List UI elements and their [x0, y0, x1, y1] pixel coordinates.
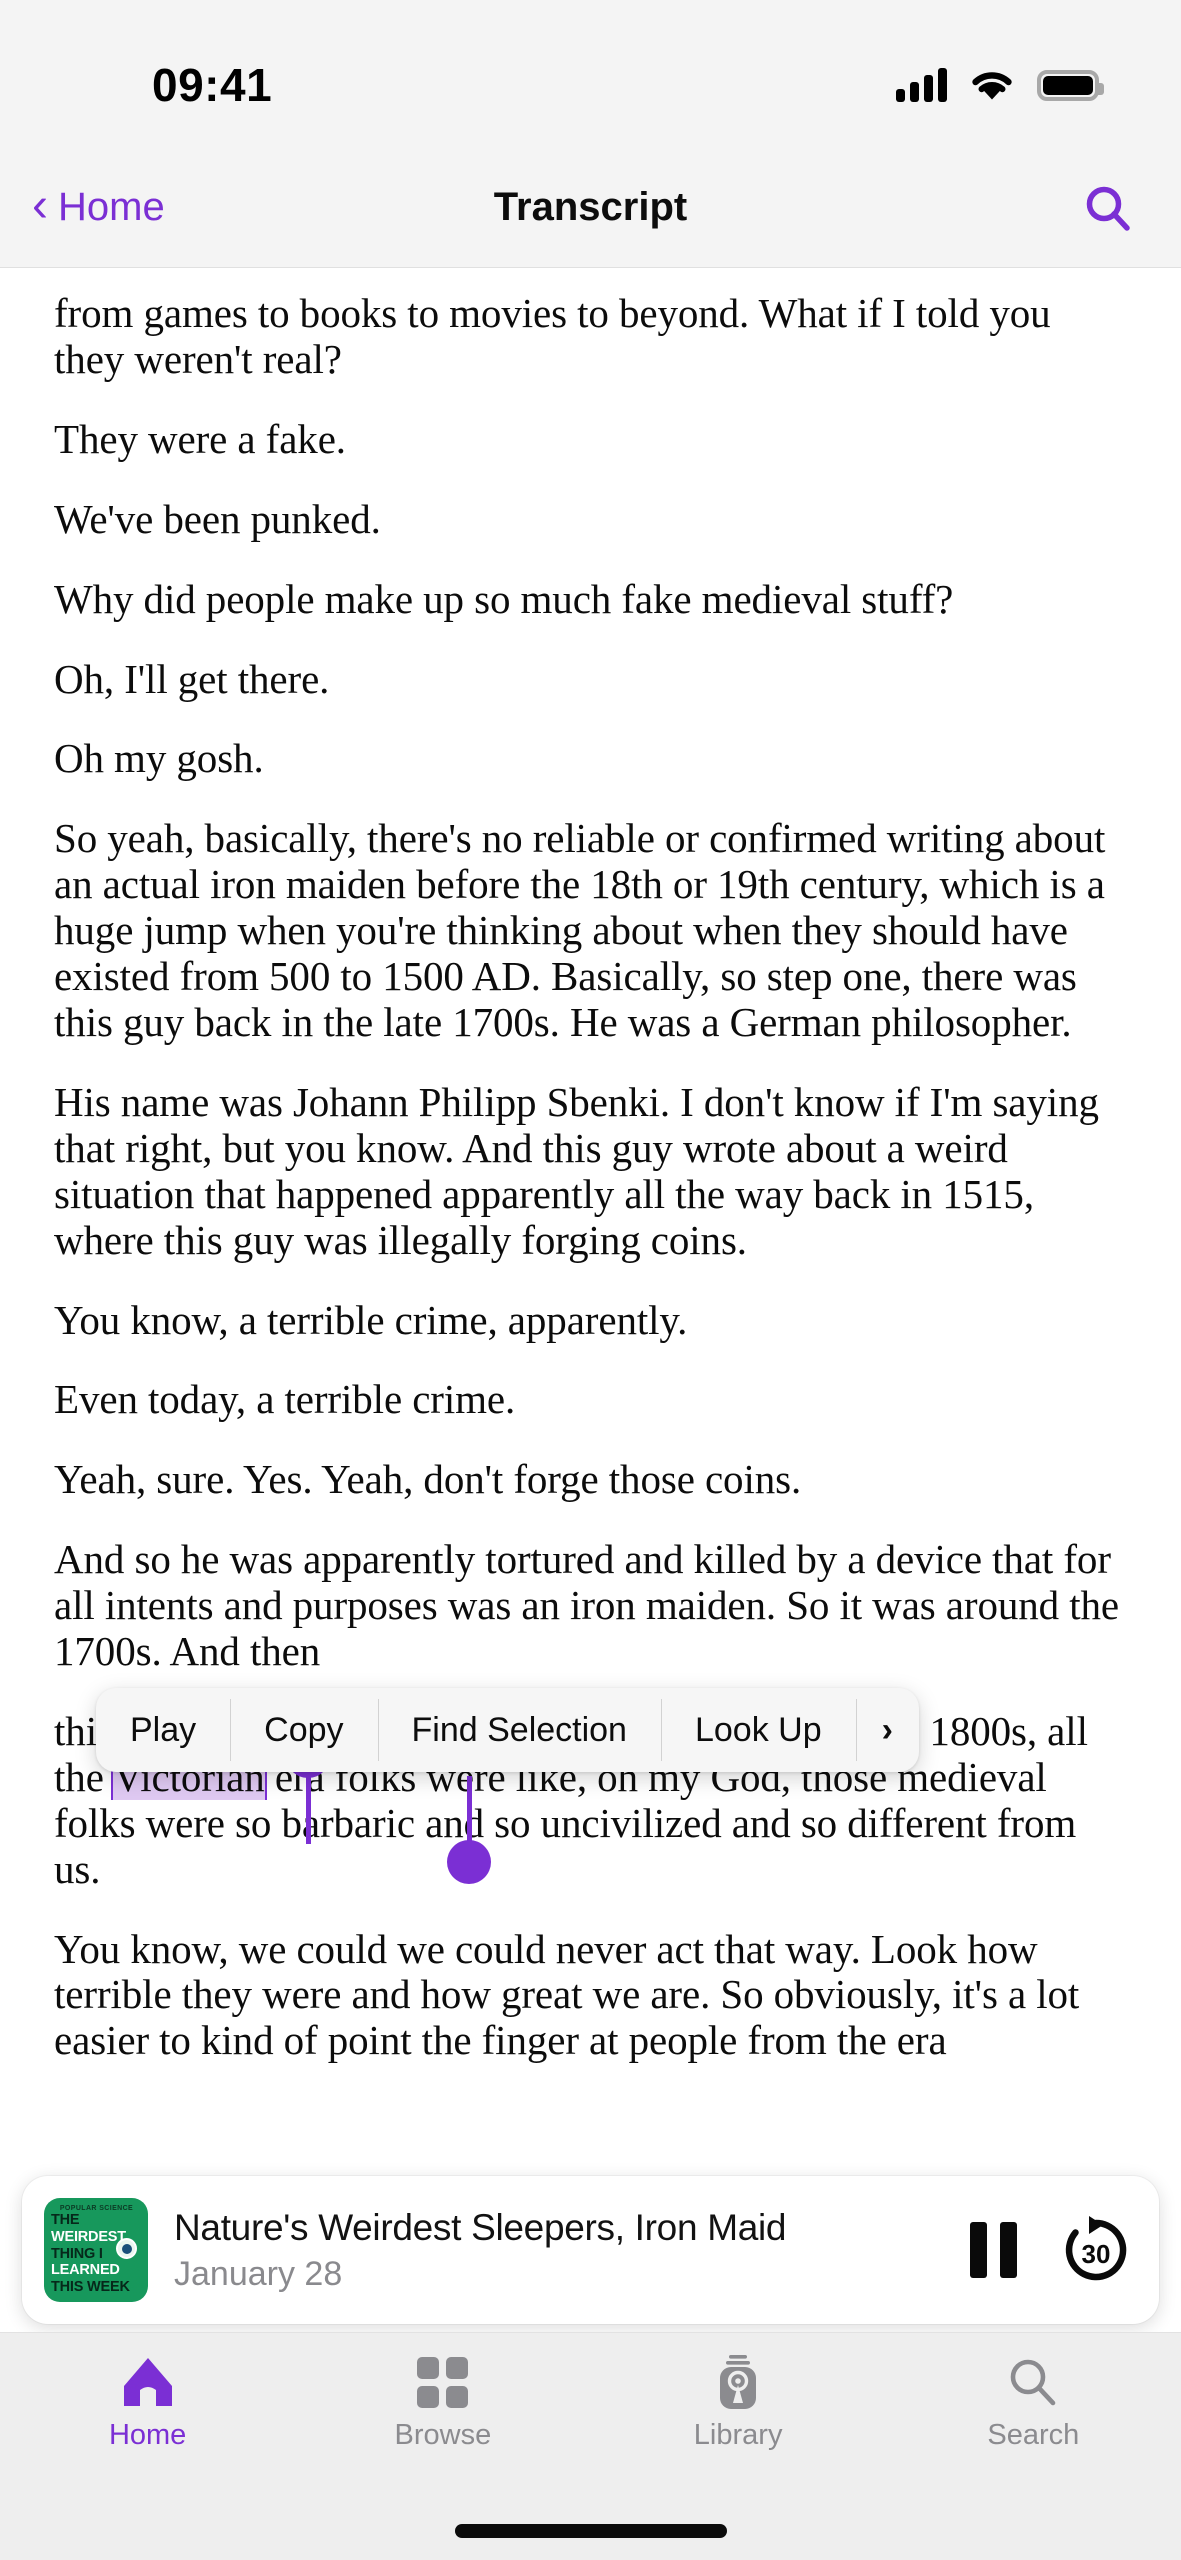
selection-handle-stem: [306, 1776, 311, 1844]
transcript-paragraph[interactable]: They were a fake.: [54, 416, 1127, 463]
transcript-paragraph[interactable]: Oh, I'll get there.: [54, 656, 1127, 703]
search-icon: [1007, 2355, 1059, 2409]
artwork-line-5: THIS WEEK: [51, 2279, 130, 2296]
tab-search[interactable]: Search: [886, 2355, 1181, 2452]
transcript-paragraph[interactable]: His name was Johann Philipp Sbenki. I do…: [54, 1079, 1127, 1264]
battery-full-icon: [1037, 69, 1104, 101]
now-playing-meta[interactable]: Nature's Weirdest Sleepers, Iron Maid Ja…: [174, 2207, 948, 2294]
artwork-brand: POPULAR SCIENCE: [59, 2205, 134, 2212]
pause-icon[interactable]: [970, 2222, 1017, 2278]
context-menu-more-icon[interactable]: ›: [855, 1688, 919, 1772]
home-icon: [120, 2355, 176, 2409]
transcript-paragraph[interactable]: You know, we could we could never act th…: [54, 1926, 1127, 2065]
tab-home[interactable]: Home: [0, 2355, 295, 2452]
selection-handle-knob[interactable]: [447, 1840, 491, 1884]
context-menu-item-find-selection[interactable]: Find Selection: [377, 1688, 661, 1772]
page-title: Transcript: [493, 185, 688, 229]
transcript-paragraph[interactable]: Why did people make up so much fake medi…: [54, 576, 1127, 623]
tab-browse[interactable]: Browse: [295, 2355, 590, 2452]
transcript-paragraph[interactable]: So yeah, basically, there's no reliable …: [54, 815, 1127, 1046]
eyeball-icon: [116, 2238, 137, 2259]
context-menu-item-play[interactable]: Play: [96, 1688, 230, 1772]
library-podcast-icon: [715, 2355, 761, 2409]
tab-library-label: Library: [693, 2419, 783, 2451]
episode-title: Nature's Weirdest Sleepers, Iron Maid: [174, 2206, 787, 2248]
status-time: 09:41: [152, 59, 273, 111]
grid-icon: [417, 2355, 469, 2409]
podcast-artwork[interactable]: POPULAR SCIENCE THE WEIRDEST THING I LEA…: [44, 2198, 148, 2302]
tab-search-label: Search: [987, 2419, 1080, 2451]
artwork-line-1: THE: [51, 2212, 80, 2228]
transcript-paragraph[interactable]: You know, a terrible crime, apparently.: [54, 1297, 1127, 1344]
status-indicators: [896, 68, 1104, 102]
skip-forward-30-icon[interactable]: 30: [1059, 2213, 1133, 2287]
transcript-paragraph[interactable]: We've been punked.: [54, 496, 1127, 543]
navigation-bar: ‹ Home Transcript: [0, 148, 1181, 268]
skip-seconds-label: 30: [1082, 2239, 1111, 2269]
transcript-paragraph[interactable]: Oh my gosh.: [54, 736, 1127, 782]
transcript-paragraph[interactable]: Yeah, sure. Yes. Yeah, don't forge those…: [54, 1456, 1127, 1503]
transcript-paragraph[interactable]: Even today, a terrible crime.: [54, 1376, 1127, 1423]
home-indicator: [454, 2524, 727, 2538]
episode-date: January 28: [174, 2254, 343, 2293]
context-menu-item-look-up[interactable]: Look Up: [660, 1688, 856, 1772]
tab-library[interactable]: Library: [591, 2355, 886, 2452]
tab-browse-label: Browse: [394, 2419, 492, 2451]
wifi-icon: [972, 72, 1012, 100]
transcript-body[interactable]: from games to books to movies to beyond.…: [0, 269, 1181, 2169]
cellular-bars-icon: [896, 68, 947, 102]
transcript-paragraph[interactable]: from games to books to movies to beyond.…: [54, 290, 1127, 383]
search-icon[interactable]: [1083, 183, 1133, 233]
player-controls: 30: [970, 2213, 1133, 2287]
transcript-paragraph[interactable]: And so he was apparently tortured and ki…: [54, 1536, 1127, 1675]
artwork-line-4: LEARNED: [51, 2262, 120, 2279]
tab-bar: Home Browse Library Search: [0, 2332, 1181, 2560]
app-screen: 09:41 ‹ Home Transcript from games to bo…: [0, 0, 1181, 2560]
tab-home-label: Home: [108, 2419, 187, 2451]
mini-player[interactable]: POPULAR SCIENCE THE WEIRDEST THING I LEA…: [22, 2176, 1159, 2324]
context-menu-item-copy[interactable]: Copy: [230, 1688, 377, 1772]
status-bar: 09:41: [0, 0, 1181, 148]
selection-handle-stem: [467, 1776, 472, 1844]
selection-context-menu[interactable]: Play Copy Find Selection Look Up ›: [96, 1688, 919, 1772]
